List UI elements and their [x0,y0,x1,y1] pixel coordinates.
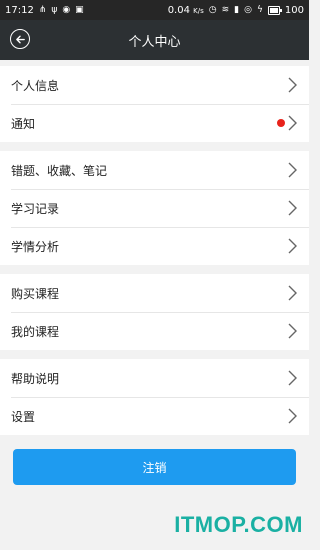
menu-group-account: 个人信息 通知 [0,66,309,142]
menu-item-label: 学情分析 [11,239,60,254]
menu-item-buy-courses[interactable]: 购买课程 [0,274,309,312]
back-button[interactable] [10,29,30,49]
menu-item-my-courses[interactable]: 我的课程 [0,312,309,350]
page-title: 个人中心 [128,34,181,50]
back-arrow-icon [15,35,25,43]
network-speed-unit: K/s [193,6,204,15]
alarm-icon: ◷ [208,5,217,15]
menu-item-label: 设置 [11,409,36,424]
status-right: 0.04 K/s ◷ ≋ ▮ ◎ ϟ 100 [168,5,304,16]
status-time: 17:12 [5,4,34,16]
menu-item-notifications[interactable]: 通知 [0,104,309,142]
chevron-right-icon [288,238,297,254]
menu-item-learning-analysis[interactable]: 学情分析 [0,227,309,265]
menu-item-label: 错题、收藏、笔记 [11,163,108,178]
chevron-right-icon [288,115,297,131]
menu-item-label: 通知 [11,116,36,131]
app-header: 个人中心 [0,20,309,60]
menu-item-help[interactable]: 帮助说明 [0,359,309,397]
menu-group-help: 帮助说明 设置 [0,359,309,435]
chevron-right-icon [288,162,297,178]
usb-icon: ψ [51,5,58,15]
chevron-right-icon [288,370,297,386]
signal-icon: ▮ [234,5,240,15]
battery-icon [267,5,282,15]
status-bar: 17:12 ⋔ ψ ◉ ▣ 0.04 K/s ◷ ≋ ▮ ◎ ϟ 100 [0,0,309,20]
menu-item-settings[interactable]: 设置 [0,397,309,435]
menu-item-mistakes-favorites-notes[interactable]: 错题、收藏、笔记 [0,151,309,189]
chevron-right-icon [288,285,297,301]
menu-item-profile[interactable]: 个人信息 [0,66,309,104]
chevron-right-icon [288,200,297,216]
image-icon: ▣ [75,5,84,15]
menu-item-label: 个人信息 [11,78,60,93]
logout-button[interactable]: 注销 [13,449,296,485]
chevron-right-icon [288,323,297,339]
chevron-right-icon [288,77,297,93]
menu-item-label: 购买课程 [11,286,60,301]
menu-group-study: 错题、收藏、笔记 学习记录 学情分析 [0,151,309,265]
menu-group-courses: 购买课程 我的课程 [0,274,309,350]
sync-icon: ◎ [244,5,252,15]
network-speed: 0.04 K/s [168,5,204,16]
menu-item-label: 学习记录 [11,201,60,216]
app-notification-icon: ◉ [62,5,71,15]
battery-percent: 100 [284,4,304,16]
chevron-right-icon [288,408,297,424]
status-left: 17:12 ⋔ ψ ◉ ▣ [5,5,84,16]
site-watermark: ITMOP.COM [174,512,303,537]
battery-fill [269,7,278,13]
network-speed-value: 0.04 [167,4,190,16]
menu-item-study-records[interactable]: 学习记录 [0,189,309,227]
menu-item-label: 我的课程 [11,324,60,339]
wifi-icon: ≋ [221,5,230,15]
charging-icon: ϟ [256,5,263,15]
share-icon: ⋔ [38,5,47,15]
menu-item-label: 帮助说明 [11,371,60,386]
